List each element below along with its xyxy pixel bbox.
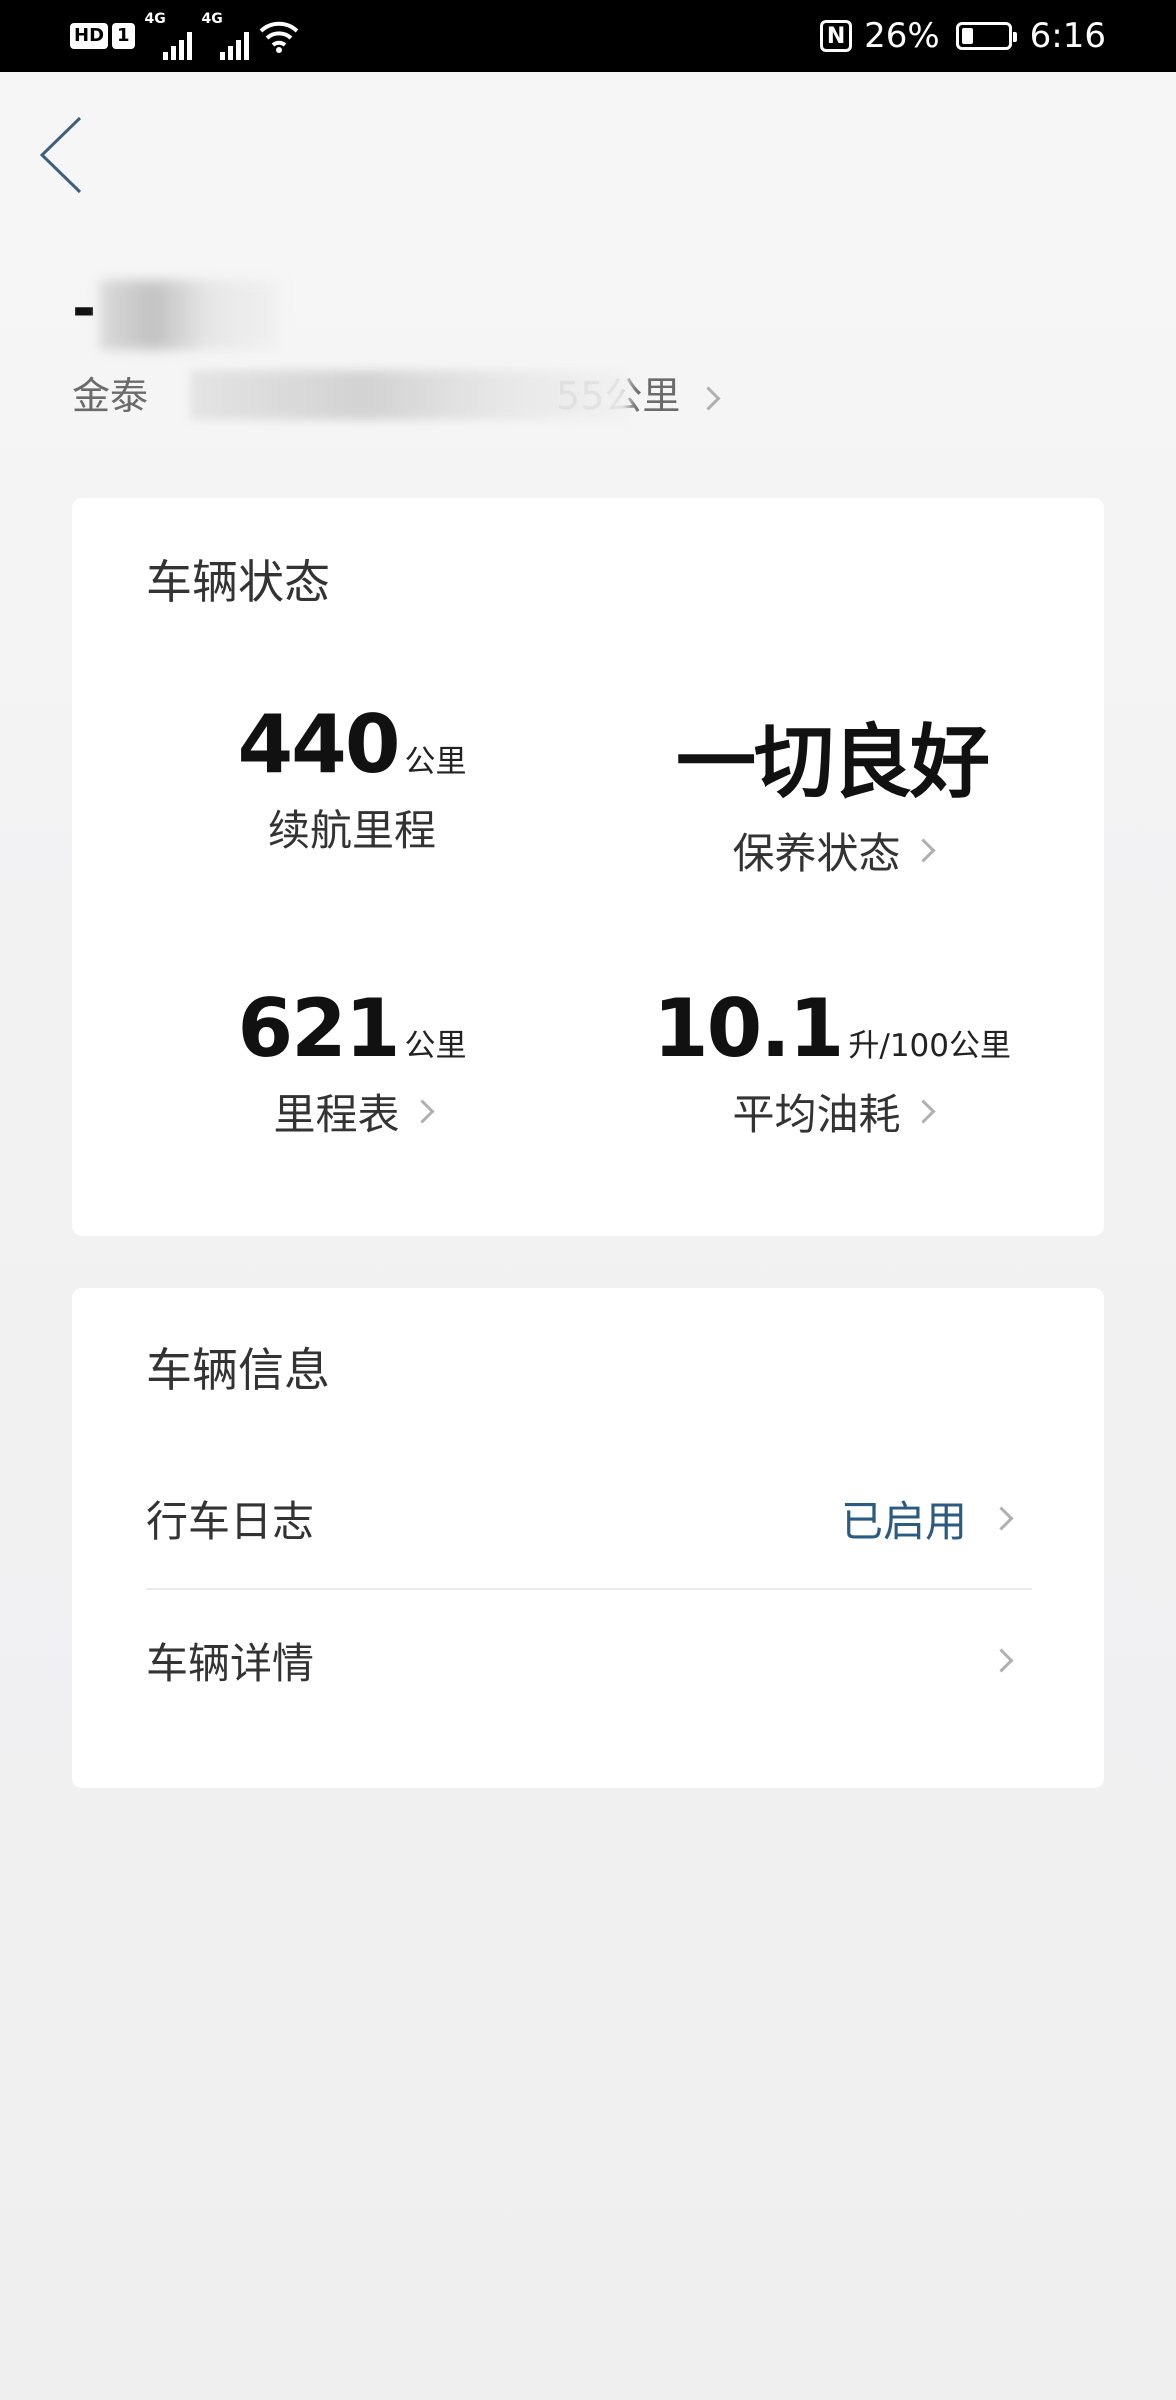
maintenance-stat[interactable]: 一切良好 保养状态 [632,698,1032,881]
wifi-icon [259,19,299,53]
fuel-unit: 升/100公里 [848,1028,1011,1064]
odometer-value: 621 [237,982,401,1075]
battery-percent: 26% [864,16,940,56]
card-title: 车辆信息 [146,1343,330,1397]
chevron-right-icon [910,838,936,863]
chevron-right-icon [910,1099,936,1124]
status-bar: HD 1 4G 4G N 26% 6:16 [0,0,1176,72]
network-type: 4G [144,11,166,27]
odometer-unit: 公里 [404,1028,467,1064]
maintenance-label: 保养状态 [732,829,901,878]
status-right: N 26% 6:16 [820,0,1106,72]
redacted-dealer-info [190,370,630,420]
range-value: 440 [237,698,401,791]
range-label: 续航里程 [267,806,436,855]
back-button[interactable] [30,110,90,200]
range-stat: 440 公里 续航里程 [152,698,552,858]
clock: 6:16 [1029,16,1106,56]
trip-log-row[interactable]: 行车日志 已启用 [146,1448,1032,1590]
chevron-right-icon [409,1099,435,1124]
signal-icon: 4G [145,12,192,60]
car-name: - [72,274,97,342]
card-title: 车辆状态 [146,555,330,609]
fuel-stat[interactable]: 10.1 升/100公里 平均油耗 [632,982,1032,1142]
chevron-right-icon [989,1647,1014,1673]
vehicle-info-card: 车辆信息 行车日志 已启用 车辆详情 [72,1288,1104,1788]
hd-label: HD [70,23,109,49]
battery-icon [955,22,1017,50]
hd-badge: HD 1 [70,23,135,49]
network-type: 4G [201,11,223,27]
odometer-stat[interactable]: 621 公里 里程表 [152,982,552,1142]
trip-log-label: 行车日志 [146,1496,315,1546]
fuel-value: 10.1 [652,982,844,1075]
fuel-label: 平均油耗 [732,1090,901,1139]
nfc-icon: N [820,20,853,52]
dealer-name: 金泰 [72,374,149,418]
maintenance-value: 一切良好 [676,716,990,809]
battery-fill [961,28,974,44]
sim-label: 1 [112,23,135,49]
chevron-left-icon [39,116,82,194]
vehicle-details-label: 车辆详情 [146,1638,315,1688]
chevron-right-icon [696,386,721,411]
vehicle-status-card: 车辆状态 440 公里 续航里程 一切良好 保养状态 621 公里 里程表 10… [72,498,1104,1236]
range-unit: 公里 [404,744,467,780]
vehicle-details-row[interactable]: 车辆详情 [146,1590,1032,1730]
trip-log-status: 已启用 [840,1496,967,1546]
signal-icon: 4G [202,12,249,60]
odometer-label: 里程表 [273,1090,400,1139]
status-left: HD 1 4G 4G [70,0,299,72]
chevron-right-icon [989,1505,1014,1531]
redacted-car-name [100,280,280,350]
